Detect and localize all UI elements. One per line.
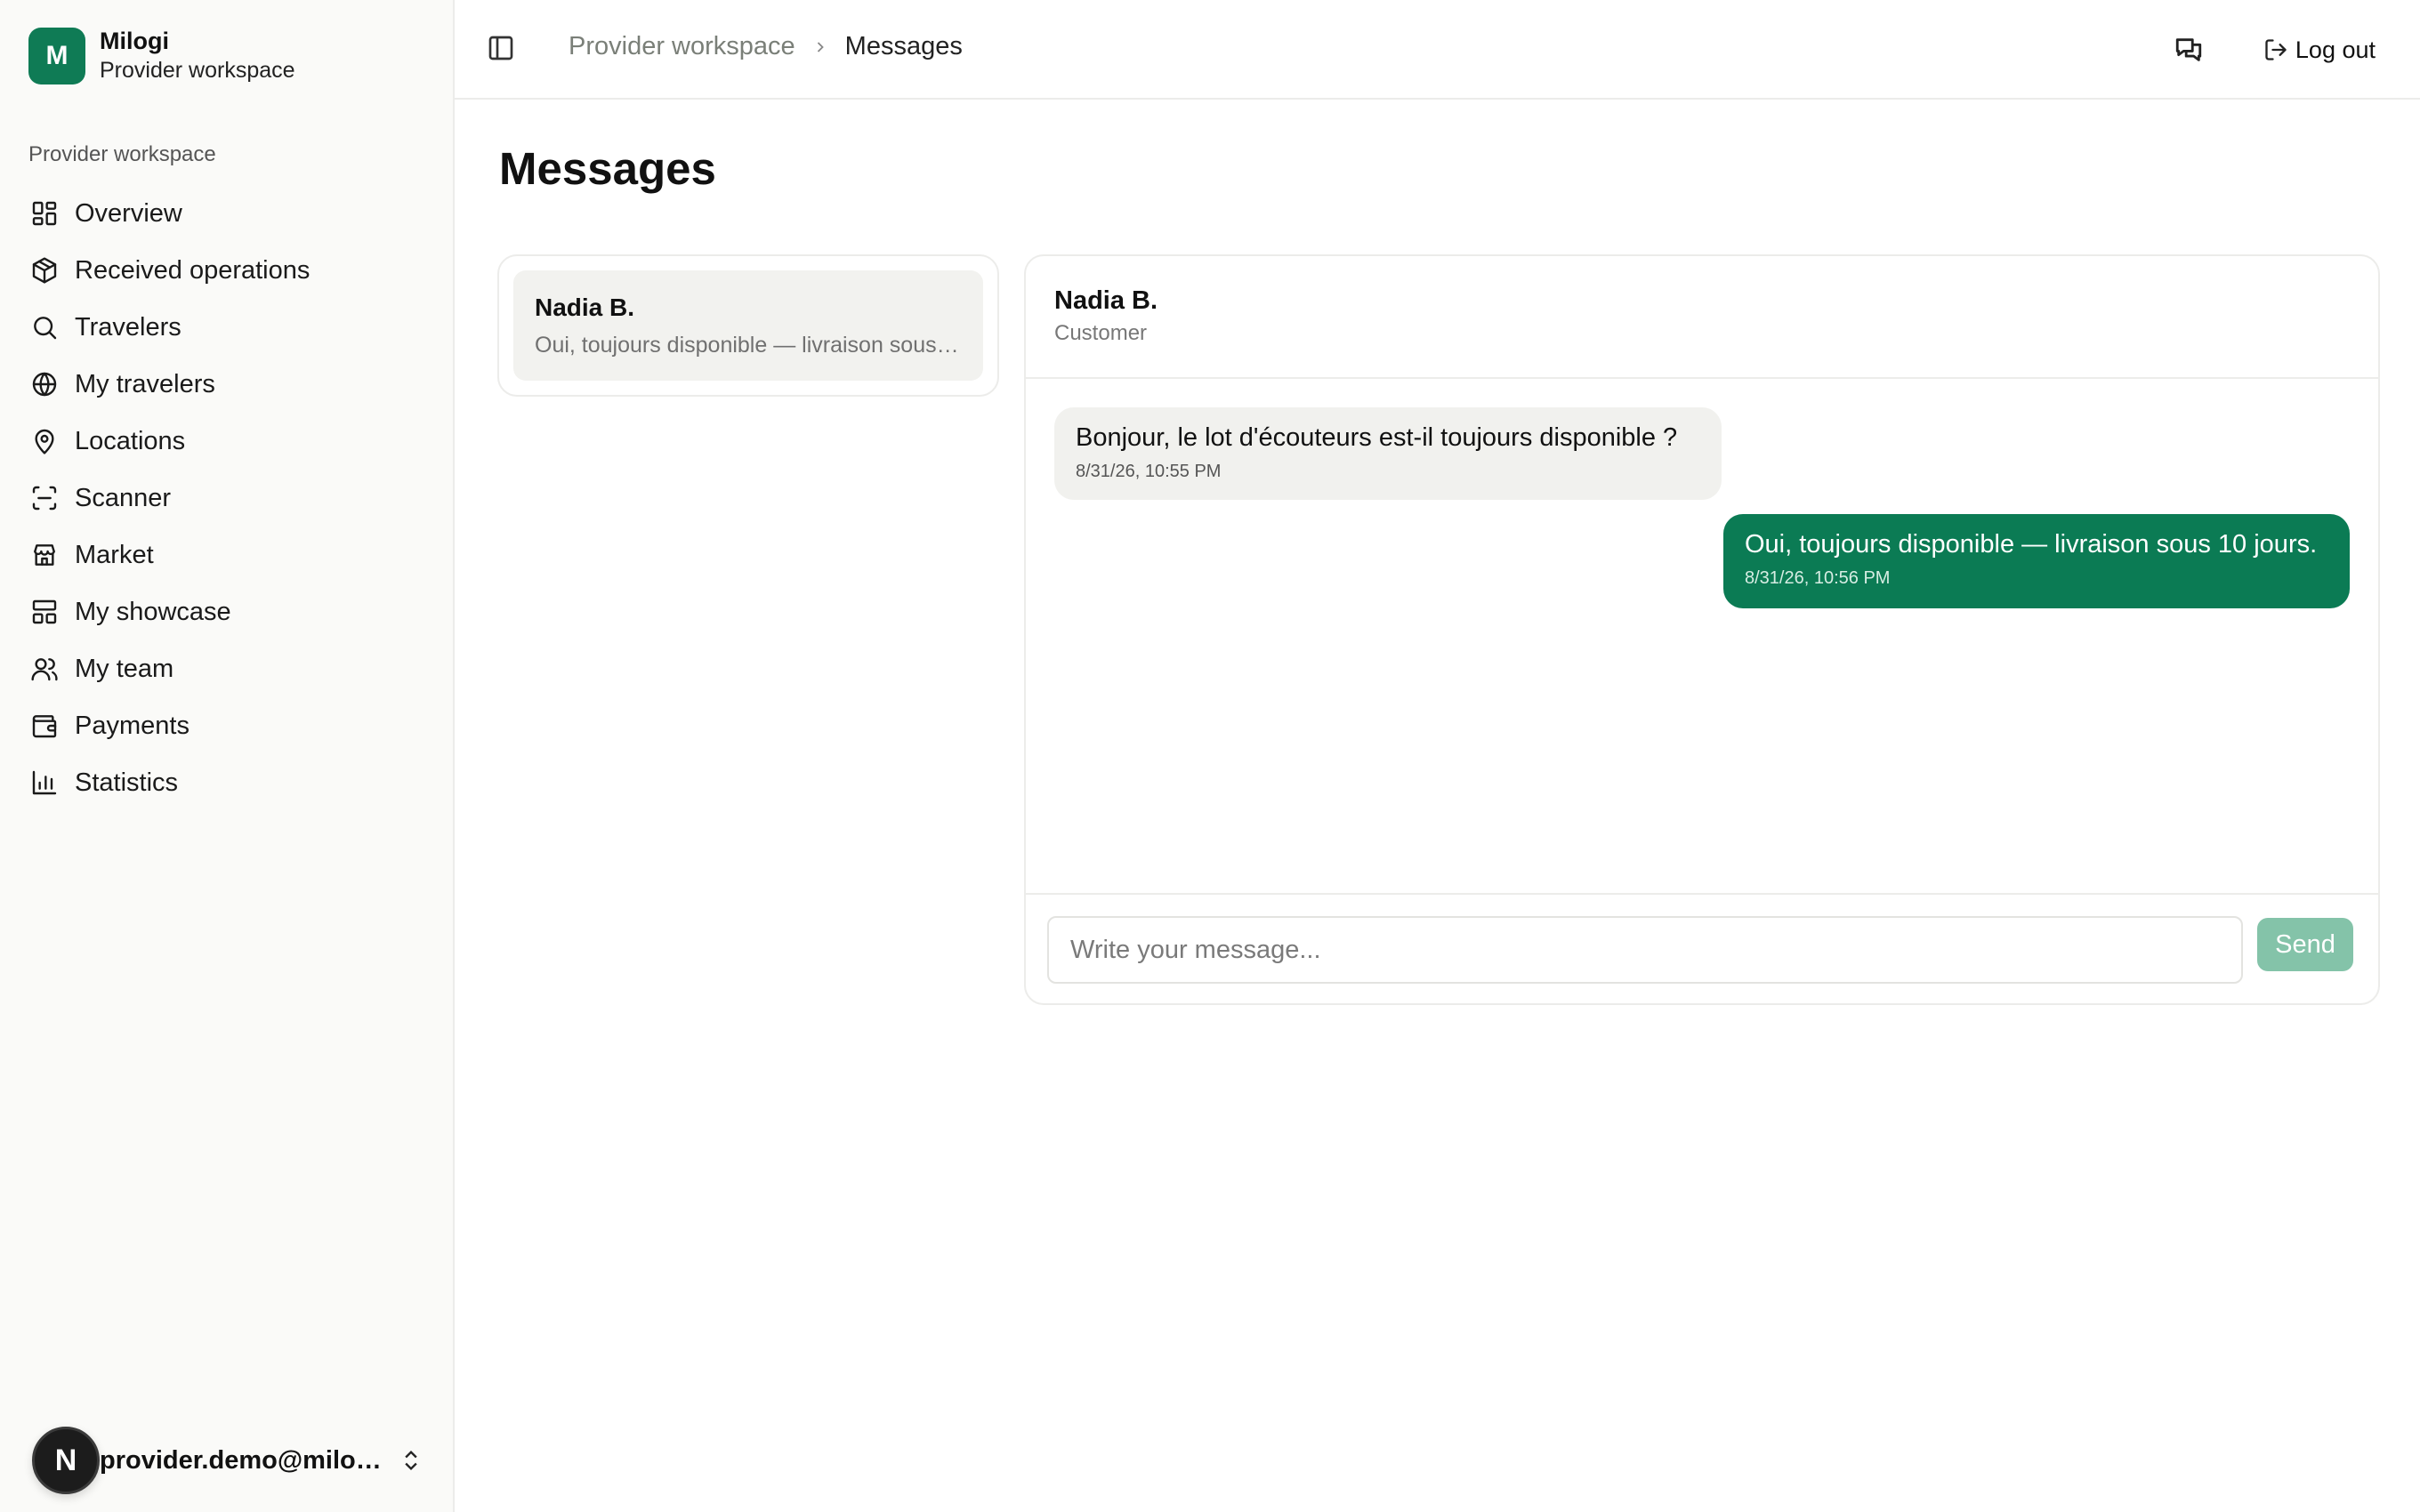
conversation-name: Nadia B. [535,294,635,321]
message-time: 8/31/26, 10:56 PM [1745,568,1891,588]
conversation-item[interactable]: Nadia B. Oui, toujours disponible — livr… [513,270,983,381]
scan-icon [28,482,60,514]
conversation-preview: Oui, toujours disponible — livraison sou… [535,333,962,358]
sidebar-item-overview[interactable]: Overview [18,185,436,242]
map-pin-icon [28,425,60,457]
chevron-right-icon [811,38,829,56]
sidebar-nav: Overview Received operations Travelers M… [18,185,436,811]
chat-contact-name: Nadia B. [1054,286,1158,315]
grid-icon [28,197,60,229]
store-icon [28,539,60,571]
panel-left-icon [488,36,513,60]
message-composer: Send [1026,893,2378,1003]
chat-messages: Bonjour, le lot d'écouteurs est-il toujo… [1026,379,2378,893]
messages-button[interactable] [2166,27,2212,73]
user-menu[interactable]: N provider.demo@milogi.com [32,1427,432,1494]
sidebar-item-label: My team [75,654,174,683]
page-title: Messages [499,143,716,194]
user-email: provider.demo@milogi.com [100,1445,384,1475]
sidebar-item-label: Payments [75,711,190,740]
sidebar-item-locations[interactable]: Locations [18,413,436,470]
globe-icon [28,368,60,400]
send-button[interactable]: Send [2257,918,2353,971]
layout-icon [28,596,60,628]
sidebar-item-label: Locations [75,426,186,455]
sidebar-item-label: Statistics [75,768,179,797]
breadcrumb-root-link[interactable]: Provider workspace [569,32,795,61]
sidebar-item-label: My showcase [75,597,231,626]
topbar: Provider workspace Messages Log out [455,0,2420,100]
sidebar-item-received-operations[interactable]: Received operations [18,242,436,299]
logout-button[interactable]: Log out [2263,36,2376,64]
chat-header: Nadia B. Customer [1026,256,2378,379]
sidebar-item-scanner[interactable]: Scanner [18,470,436,527]
sidebar-item-my-team[interactable]: My team [18,640,436,697]
conversation-list: Nadia B. Oui, toujours disponible — livr… [497,254,999,397]
message-time: 8/31/26, 10:55 PM [1076,462,1222,481]
sidebar-item-statistics[interactable]: Statistics [18,754,436,811]
sidebar-item-label: Scanner [75,483,172,512]
sidebar-item-my-showcase[interactable]: My showcase [18,583,436,640]
users-icon [28,653,60,685]
message-input[interactable] [1047,916,2243,984]
sidebar-item-label: Travelers [75,312,182,342]
brand[interactable]: M Milogi Provider workspace [28,27,295,84]
bar-chart-icon [28,767,60,799]
sidebar-item-label: Market [75,540,154,569]
top-actions: Log out [2166,27,2376,73]
sidebar-toggle-button[interactable] [487,34,519,66]
messages-icon [2175,38,2202,61]
chat-contact-role: Customer [1054,321,1148,345]
package-icon [28,254,60,286]
breadcrumb: Provider workspace Messages [569,32,963,61]
main-content: Provider workspace Messages Log out Mess… [455,0,2420,1512]
message-text: Bonjour, le lot d'écouteurs est-il toujo… [1076,423,1678,452]
message-bubble-incoming: Bonjour, le lot d'écouteurs est-il toujo… [1054,407,1722,500]
sidebar-item-market[interactable]: Market [18,527,436,583]
brand-name: Milogi [100,28,169,54]
sidebar: M Milogi Provider workspace Provider wor… [0,0,455,1512]
search-icon [28,311,60,343]
chevrons-up-down-icon [399,1448,424,1473]
nav-group-label: Provider workspace [28,142,216,166]
log-out-icon [2265,39,2287,60]
breadcrumb-current: Messages [844,32,963,60]
sidebar-item-label: My travelers [75,369,215,398]
brand-subtitle: Provider workspace [100,57,295,83]
wallet-icon [28,710,60,742]
brand-logo: M [28,27,85,84]
sidebar-item-payments[interactable]: Payments [18,697,436,754]
message-text: Oui, toujours disponible — livraison sou… [1745,530,2318,559]
avatar: N [32,1427,100,1494]
logout-label: Log out [2295,36,2376,63]
sidebar-item-label: Received operations [75,255,311,285]
app-root: M Milogi Provider workspace Provider wor… [0,0,2420,1512]
sidebar-item-my-travelers[interactable]: My travelers [18,356,436,413]
message-bubble-outgoing: Oui, toujours disponible — livraison sou… [1723,514,2350,608]
sidebar-item-travelers[interactable]: Travelers [18,299,436,356]
chat-panel: Nadia B. Customer Bonjour, le lot d'écou… [1024,254,2380,1005]
sidebar-item-label: Overview [75,198,182,228]
